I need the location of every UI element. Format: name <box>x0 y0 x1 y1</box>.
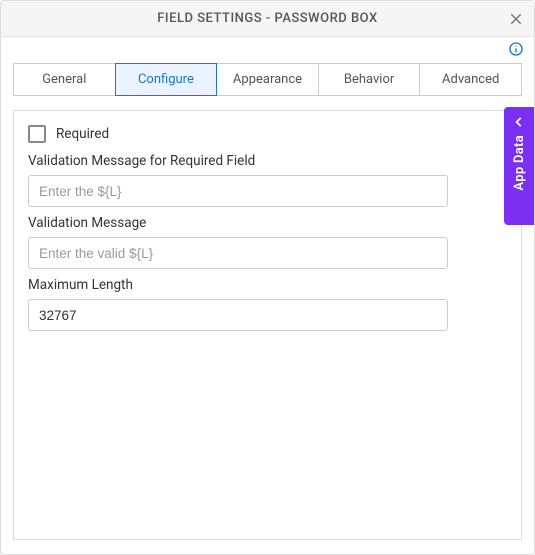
tab-advanced[interactable]: Advanced <box>419 63 522 96</box>
configure-panel: Required Validation Message for Required… <box>13 110 522 540</box>
tab-configure[interactable]: Configure <box>115 63 218 96</box>
tab-behavior[interactable]: Behavior <box>318 63 421 96</box>
tab-label: General <box>42 72 86 87</box>
info-button[interactable] <box>508 41 524 57</box>
chevron-left-icon <box>512 115 526 129</box>
tab-label: Advanced <box>442 72 499 87</box>
tab-label: Behavior <box>344 72 394 87</box>
max-length-label: Maximum Length <box>28 277 507 293</box>
app-data-label: App Data <box>512 135 527 191</box>
titlebar: FIELD SETTINGS - PASSWORD BOX <box>1 1 534 37</box>
validation-required-input[interactable] <box>28 175 448 207</box>
settings-dialog: FIELD SETTINGS - PASSWORD BOX General Co… <box>0 0 535 555</box>
tab-general[interactable]: General <box>13 63 116 96</box>
app-data-drawer[interactable]: App Data <box>504 107 534 225</box>
max-length-input[interactable] <box>28 299 448 331</box>
validation-required-label: Validation Message for Required Field <box>28 153 507 169</box>
required-row: Required <box>28 125 507 143</box>
info-icon <box>508 41 524 57</box>
close-button[interactable] <box>506 9 526 29</box>
required-checkbox[interactable] <box>28 125 46 143</box>
info-row <box>1 37 534 61</box>
tab-label: Configure <box>138 72 194 87</box>
close-icon <box>508 11 524 27</box>
required-label: Required <box>56 126 109 142</box>
validation-msg-label: Validation Message <box>28 215 507 231</box>
tab-appearance[interactable]: Appearance <box>216 63 319 96</box>
validation-msg-input[interactable] <box>28 237 448 269</box>
tab-label: Appearance <box>233 72 302 87</box>
tabs: General Configure Appearance Behavior Ad… <box>13 63 522 96</box>
dialog-title: FIELD SETTINGS - PASSWORD BOX <box>157 11 377 26</box>
